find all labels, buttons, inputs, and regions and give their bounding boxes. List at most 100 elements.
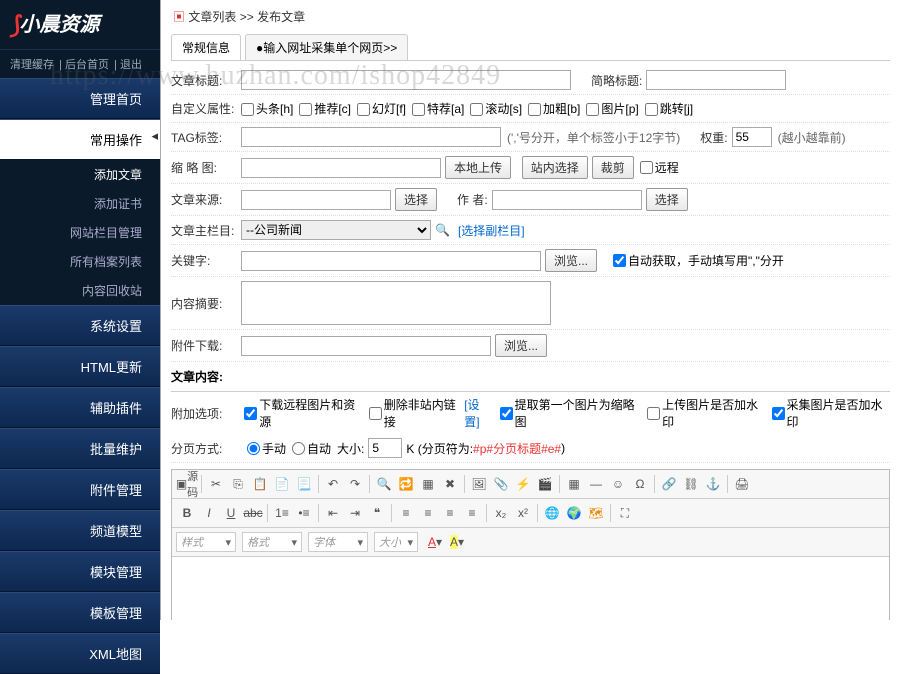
nav-home[interactable]: 管理首页: [0, 78, 160, 119]
sub-icon[interactable]: x₂: [491, 503, 511, 523]
nav-common-ops[interactable]: 常用操作: [0, 119, 160, 160]
src-btn[interactable]: ▣ 源码: [177, 474, 197, 494]
find-icon[interactable]: 🔍: [374, 474, 394, 494]
tab-general[interactable]: 常规信息: [171, 34, 241, 60]
special-icon[interactable]: Ω: [630, 474, 650, 494]
input-source[interactable]: [241, 190, 391, 210]
input-tag[interactable]: [241, 127, 501, 147]
chk-opt2[interactable]: [369, 407, 382, 420]
image-icon[interactable]: 🖼: [469, 474, 489, 494]
replace-icon[interactable]: 🔁: [396, 474, 416, 494]
dd-style[interactable]: 样式: [176, 532, 236, 552]
opt2-set[interactable]: [设置]: [464, 396, 493, 430]
table-icon[interactable]: ▦: [564, 474, 584, 494]
chk-opt5[interactable]: [772, 407, 785, 420]
chk-opt3[interactable]: [500, 407, 513, 420]
ul-icon[interactable]: •≡: [294, 503, 314, 523]
copy-icon[interactable]: ⎘: [228, 474, 248, 494]
dd-format[interactable]: 格式: [242, 532, 302, 552]
btn-browse-attach[interactable]: 浏览...: [495, 334, 547, 357]
textcolor-icon[interactable]: A▾: [425, 532, 445, 552]
link-backend-home[interactable]: 后台首页: [65, 59, 109, 71]
btn-local-upload[interactable]: 本地上传: [445, 156, 511, 179]
input-keywords[interactable]: [241, 251, 541, 271]
cut-icon[interactable]: ✂: [206, 474, 226, 494]
input-attach-dl[interactable]: [241, 336, 491, 356]
paste-word-icon[interactable]: 📃: [294, 474, 314, 494]
sub-columns[interactable]: 网站栏目管理: [0, 218, 160, 247]
globe-icon[interactable]: 🌐: [542, 503, 562, 523]
editor-body[interactable]: [172, 557, 889, 620]
chk-auto-keywords[interactable]: [613, 254, 626, 267]
sub-archives[interactable]: 所有档案列表: [0, 247, 160, 276]
dd-size[interactable]: 大小: [374, 532, 418, 552]
sub-recycle[interactable]: 内容回收站: [0, 276, 160, 305]
chk-remote[interactable]: [640, 161, 653, 174]
print-icon[interactable]: 🖨: [732, 474, 752, 494]
align-just-icon[interactable]: ≡: [462, 503, 482, 523]
unlink-icon[interactable]: ⛓: [681, 474, 701, 494]
anchor-icon[interactable]: ⚓: [703, 474, 723, 494]
input-weight[interactable]: [732, 127, 772, 147]
sub-add-cert[interactable]: 添加证书: [0, 189, 160, 218]
sup-icon[interactable]: x²: [513, 503, 533, 523]
link-pick-sub[interactable]: [选择副栏目]: [458, 222, 525, 239]
btn-select-source[interactable]: 选择: [395, 188, 437, 211]
italic-icon[interactable]: I: [199, 503, 219, 523]
paste-text-icon[interactable]: 📄: [272, 474, 292, 494]
tab-collect-url[interactable]: ●输入网址采集单个网页>>: [245, 34, 408, 60]
dd-font[interactable]: 字体: [308, 532, 368, 552]
align-center-icon[interactable]: ≡: [418, 503, 438, 523]
link-icon[interactable]: 🔗: [659, 474, 679, 494]
sub-add-article[interactable]: 添加文章: [0, 160, 160, 189]
link-clear-cache[interactable]: 清理缓存: [10, 59, 54, 71]
chk-attr-4[interactable]: [470, 103, 483, 116]
nav-sys[interactable]: 系统设置: [0, 305, 160, 346]
input-author[interactable]: [492, 190, 642, 210]
btn-select-author[interactable]: 选择: [646, 188, 688, 211]
align-left-icon[interactable]: ≡: [396, 503, 416, 523]
chk-attr-7[interactable]: [645, 103, 658, 116]
chk-opt1[interactable]: [244, 407, 257, 420]
radio-auto[interactable]: [292, 442, 305, 455]
globe2-icon[interactable]: 🌍: [564, 503, 584, 523]
search-icon[interactable]: 🔍: [435, 223, 450, 237]
ol-icon[interactable]: 1≡: [272, 503, 292, 523]
maximize-icon[interactable]: ⛶: [615, 503, 635, 523]
chk-attr-3[interactable]: [412, 103, 425, 116]
btn-crop[interactable]: 裁剪: [592, 156, 634, 179]
btn-browse-keywords[interactable]: 浏览...: [545, 249, 597, 272]
nav-xml[interactable]: XML地图: [0, 633, 160, 674]
textarea-summary[interactable]: [241, 281, 551, 325]
quote-icon[interactable]: ❝: [367, 503, 387, 523]
hr-icon[interactable]: —: [586, 474, 606, 494]
link-logout[interactable]: 退出: [120, 59, 142, 71]
chk-opt4[interactable]: [647, 407, 660, 420]
input-title[interactable]: [241, 70, 571, 90]
btn-site-select[interactable]: 站内选择: [522, 156, 588, 179]
clear-fmt-icon[interactable]: ✖: [440, 474, 460, 494]
media-icon[interactable]: 🎬: [535, 474, 555, 494]
nav-module[interactable]: 模块管理: [0, 551, 160, 592]
nav-plugin[interactable]: 辅助插件: [0, 387, 160, 428]
input-size[interactable]: [368, 438, 402, 458]
redo-icon[interactable]: ↷: [345, 474, 365, 494]
select-all-icon[interactable]: ▦: [418, 474, 438, 494]
smiley-icon[interactable]: ☺: [608, 474, 628, 494]
undo-icon[interactable]: ↶: [323, 474, 343, 494]
chk-attr-2[interactable]: [357, 103, 370, 116]
outdent-icon[interactable]: ⇤: [323, 503, 343, 523]
indent-icon[interactable]: ⇥: [345, 503, 365, 523]
nav-channel[interactable]: 频道模型: [0, 510, 160, 551]
input-short-title[interactable]: [646, 70, 786, 90]
underline-icon[interactable]: U: [221, 503, 241, 523]
align-right-icon[interactable]: ≡: [440, 503, 460, 523]
chk-attr-6[interactable]: [586, 103, 599, 116]
nav-html[interactable]: HTML更新: [0, 346, 160, 387]
nav-template[interactable]: 模板管理: [0, 592, 160, 633]
flash-icon[interactable]: ⚡: [513, 474, 533, 494]
bgcolor-icon[interactable]: A▾: [447, 532, 467, 552]
input-thumb[interactable]: [241, 158, 441, 178]
breadcrumb-a[interactable]: 文章列表: [188, 10, 236, 24]
chk-attr-0[interactable]: [241, 103, 254, 116]
